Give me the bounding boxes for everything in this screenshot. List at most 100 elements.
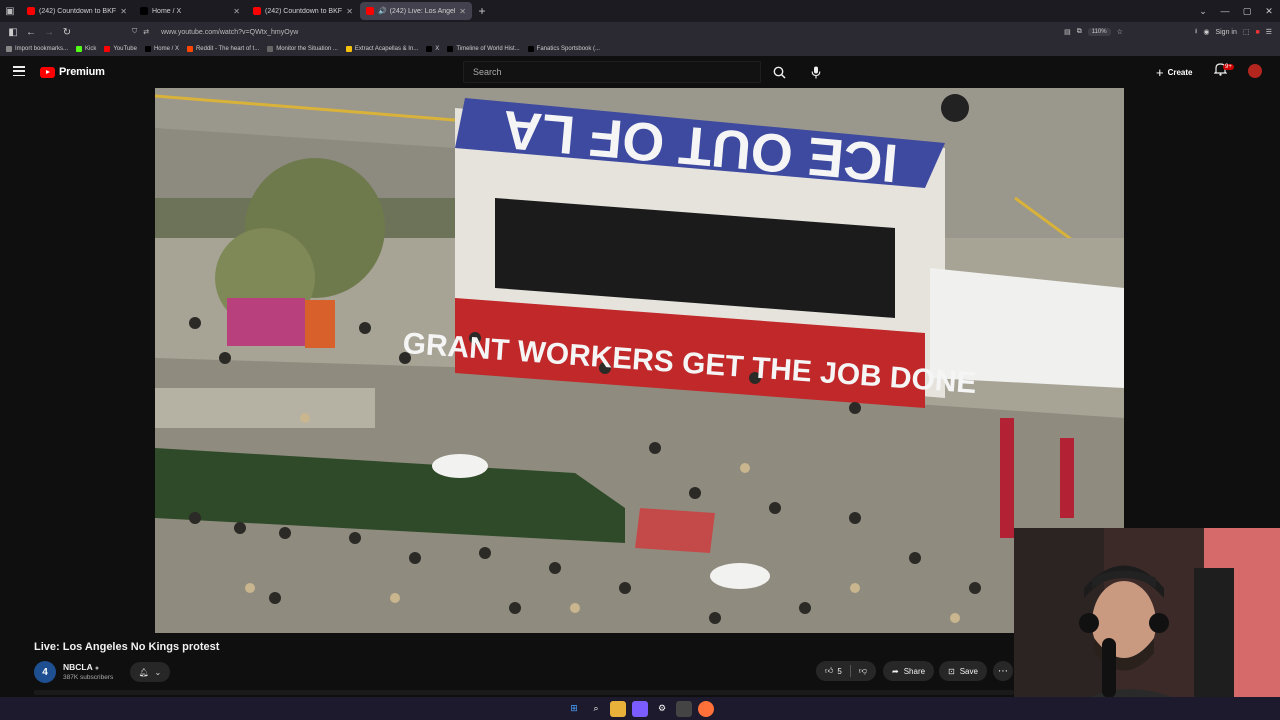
- more-actions-button[interactable]: ⋯: [993, 661, 1013, 681]
- youtube-play-icon: [40, 66, 55, 78]
- like-count: 5: [837, 666, 842, 676]
- windows-taskbar: ⊞ ⌕ ⚙: [0, 697, 1280, 720]
- settings-icon[interactable]: ⚙: [654, 701, 670, 717]
- bookmark-label: X: [435, 46, 440, 52]
- picture-in-picture-icon[interactable]: ⧉: [1077, 28, 1082, 36]
- bookmark-favicon-icon: [144, 46, 151, 52]
- sidebar-toggle-icon[interactable]: ◧: [4, 22, 22, 42]
- signin-label[interactable]: Sign in: [1215, 29, 1236, 36]
- url-right-controls: ▤ ⧉ 110% ☆ ⭳ ◉ Sign in ⬚ ■ ☰: [1064, 22, 1272, 42]
- forward-button[interactable]: →: [40, 22, 58, 42]
- new-tab-button[interactable]: +: [472, 4, 492, 18]
- bookmark-favicon-icon: [6, 46, 12, 52]
- create-button[interactable]: + Create: [1156, 64, 1193, 80]
- more-icon: ⋯: [998, 665, 1008, 677]
- youtube-logo[interactable]: Premium: [40, 66, 105, 78]
- zoom-level[interactable]: 110%: [1087, 28, 1111, 36]
- bookmark-item[interactable]: Kick: [76, 46, 96, 52]
- account-icon[interactable]: ◉: [1203, 28, 1209, 36]
- minimize-button[interactable]: —: [1214, 0, 1236, 22]
- file-explorer-icon[interactable]: [610, 700, 626, 717]
- browser-tab[interactable]: (242) Countdown to BKFC FIGH ✕: [247, 2, 359, 20]
- video-title: Live: Los Angeles No Kings protest: [34, 641, 220, 653]
- close-icon[interactable]: ✕: [120, 7, 127, 16]
- browser-tab[interactable]: Home / X ✕: [134, 2, 246, 20]
- share-label: Share: [903, 666, 926, 676]
- tab-list-icon[interactable]: ⌄: [1192, 0, 1214, 22]
- bookmark-label: Reddit - The heart of t...: [195, 46, 260, 52]
- search-button[interactable]: [761, 61, 797, 83]
- search-input[interactable]: Search: [463, 61, 761, 83]
- browser-tab[interactable]: (242) Countdown to BKFC FIGH ✕: [21, 2, 133, 20]
- reader-view-icon[interactable]: ▤: [1064, 28, 1071, 36]
- bookmark-item[interactable]: Monitor the Situation ...: [267, 46, 338, 52]
- speaker-icon[interactable]: 🔊: [378, 7, 387, 15]
- window-controls: ⌄ — ▢ ✕: [1192, 0, 1280, 22]
- microphone-icon: [811, 66, 821, 78]
- bookmark-item[interactable]: Import bookmarks...: [6, 46, 68, 52]
- bookmark-item[interactable]: Fanatics Sportsbook (...: [527, 46, 600, 52]
- browser-tab-active[interactable]: 🔊 (242) Live: Los Angeles No K ✕: [360, 2, 472, 20]
- share-button[interactable]: ➦ Share: [883, 661, 935, 681]
- start-icon[interactable]: ⊞: [566, 701, 582, 717]
- download-icon[interactable]: ⭳: [1195, 27, 1197, 38]
- voice-search-button[interactable]: [805, 61, 827, 83]
- like-button[interactable]: 👍︎ 5: [825, 666, 842, 676]
- bookmark-label: Home / X: [153, 46, 179, 52]
- description-strip: [34, 690, 1014, 695]
- menu-icon[interactable]: ☰: [1266, 28, 1272, 36]
- divider: [849, 665, 851, 677]
- firefox-icon[interactable]: [698, 700, 714, 717]
- shield-icon[interactable]: ⛉: [132, 28, 137, 36]
- share-icon: ➦: [892, 666, 899, 676]
- bookmark-item[interactable]: Extract Acapellas & In...: [345, 46, 418, 52]
- save-button[interactable]: ⊡ Save: [939, 661, 987, 681]
- site-info-icon[interactable]: ⇄: [143, 28, 149, 36]
- tab-overview-icon[interactable]: ▣: [0, 0, 20, 22]
- brand-label: Premium: [59, 66, 105, 78]
- back-button[interactable]: ←: [22, 22, 40, 42]
- reload-button[interactable]: ↻: [58, 22, 76, 42]
- close-window-button[interactable]: ✕: [1258, 0, 1280, 22]
- adblock-icon[interactable]: ■: [1255, 29, 1259, 36]
- bookmark-item[interactable]: Home / X: [144, 46, 179, 52]
- bookmark-star-icon[interactable]: ☆: [1117, 28, 1123, 36]
- close-icon[interactable]: ✕: [233, 7, 240, 16]
- search-icon[interactable]: ⌕: [588, 701, 604, 717]
- x-favicon-icon: [140, 7, 148, 15]
- channel-avatar[interactable]: 4: [34, 661, 56, 683]
- bookmarks-bar: Import bookmarks... Kick YouTube Home / X Re…: [0, 42, 1280, 56]
- subscription-bell-button[interactable]: 🔔︎ ⌄: [130, 662, 170, 682]
- hamburger-menu-icon[interactable]: [13, 66, 25, 76]
- bookmark-item[interactable]: Reddit - The heart of t...: [186, 46, 260, 52]
- thumbs-up-icon: 👍︎: [825, 666, 834, 675]
- avatar[interactable]: [1248, 64, 1262, 78]
- tab-title: (242) Countdown to BKFC FIGH: [39, 7, 117, 15]
- youtube-favicon-icon: [253, 7, 261, 15]
- bookmark-label: Timeline of World Hist...: [456, 46, 520, 52]
- channel-name[interactable]: NBCLA ●: [63, 662, 99, 672]
- bookmark-label: Import bookmarks...: [15, 46, 69, 52]
- bookmark-item[interactable]: Timeline of World Hist...: [447, 46, 520, 52]
- channel-name-text: NBCLA: [63, 662, 93, 672]
- extensions-icon[interactable]: ⬚: [1243, 28, 1250, 36]
- browser-tabbar: ▣ (242) Countdown to BKFC FIGH ✕ Home / …: [0, 0, 1280, 22]
- thumbs-down-icon: 👎︎: [858, 666, 867, 675]
- like-dislike-group: 👍︎ 5 👎︎: [816, 661, 876, 681]
- app-icon[interactable]: [632, 700, 648, 717]
- bookmark-item[interactable]: X: [426, 46, 439, 52]
- save-label: Save: [959, 666, 978, 676]
- tab-title: Home / X: [152, 7, 182, 15]
- video-player[interactable]: ICE OUT OF LA GRANT WORKERS GET THE JOB …: [155, 88, 1124, 633]
- maximize-button[interactable]: ▢: [1236, 0, 1258, 22]
- url-bar[interactable]: ⛉ ⇄ www.youtube.com/watch?v=QWtx_hmyOyw: [132, 24, 1112, 40]
- browser-icon[interactable]: [676, 700, 692, 717]
- bookmark-favicon-icon: [527, 46, 534, 52]
- dislike-button[interactable]: 👎︎: [859, 666, 867, 676]
- bookmark-item[interactable]: YouTube: [104, 46, 137, 52]
- subscriber-count: 387K subscribers: [63, 674, 114, 681]
- close-icon[interactable]: ✕: [459, 7, 466, 16]
- search-icon: [773, 66, 786, 79]
- close-icon[interactable]: ✕: [346, 7, 353, 16]
- bookmark-favicon-icon: [345, 46, 352, 52]
